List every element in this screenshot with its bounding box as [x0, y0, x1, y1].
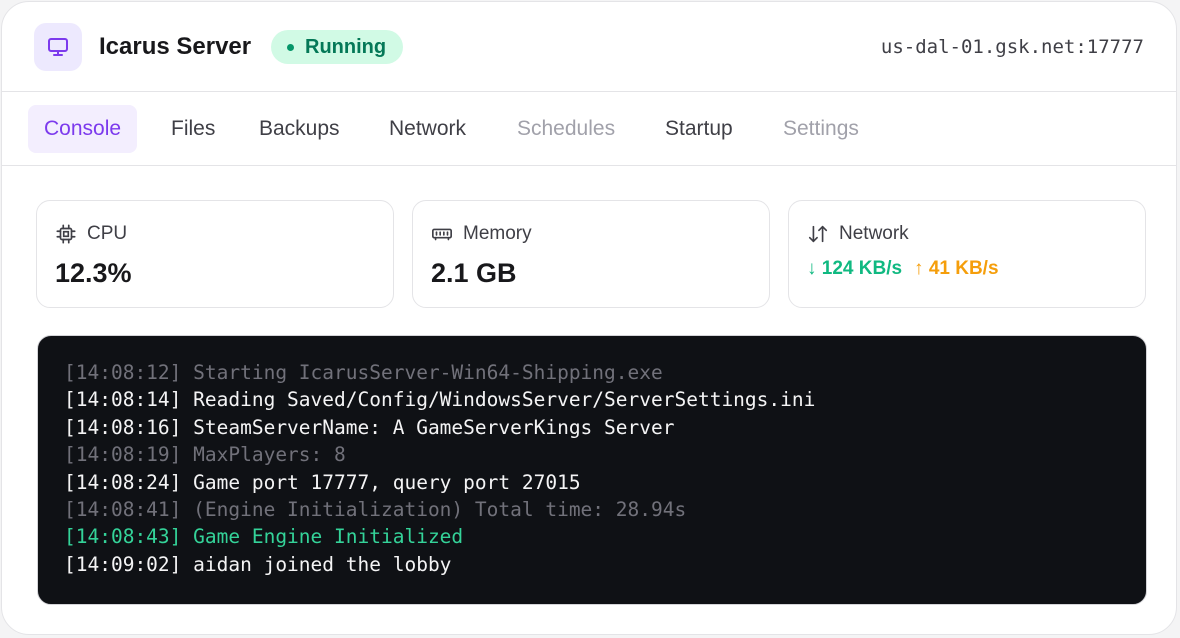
upload-rate: ↑ 41 KB/s	[914, 258, 999, 279]
log-line: [14:08:24] Game port 17777, query port 2…	[64, 470, 581, 494]
log-line: [14:08:14] Reading Saved/Config/WindowsS…	[64, 388, 816, 412]
network-rates: ↓ 124 KB/s ↑ 41 KB/s	[807, 257, 999, 281]
tab-settings[interactable]: Settings	[767, 105, 875, 153]
network-label: Network	[839, 223, 909, 244]
status-badge: Running	[271, 30, 404, 64]
tab-startup[interactable]: Startup	[649, 105, 749, 153]
tab-console[interactable]: Console	[28, 105, 138, 153]
tab-network[interactable]: Network	[373, 105, 482, 153]
memory-icon	[430, 222, 454, 246]
server-header: Icarus Server Running us-dal-01.gsk.net:…	[2, 2, 1176, 92]
network-stat-card: Network ↓ 124 KB/s ↑ 41 KB/s	[788, 200, 1146, 308]
memory-value: 2.1 GB	[431, 258, 517, 288]
log-line: [14:08:41] (Engine Initialization) Total…	[64, 498, 687, 522]
monitor-icon	[34, 23, 82, 71]
log-line: [14:08:19] MaxPlayers: 8	[64, 443, 346, 467]
server-address: us-dal-01.gsk.net:17777	[880, 36, 1144, 58]
tab-schedules[interactable]: Schedules	[501, 105, 631, 153]
cpu-stat-card: CPU 12.3%	[36, 200, 394, 308]
server-title: Icarus Server	[99, 33, 252, 60]
arrows-up-down-icon	[806, 222, 830, 246]
tab-backups[interactable]: Backups	[243, 105, 356, 153]
download-rate: ↓ 124 KB/s	[807, 258, 903, 279]
status-dot-icon	[287, 43, 294, 51]
server-card: Icarus Server Running us-dal-01.gsk.net:…	[1, 1, 1177, 635]
cpu-chip-icon	[54, 222, 78, 246]
log-line: [14:09:02] aidan joined the lobby	[64, 552, 452, 576]
console-output[interactable]: [14:08:12] Starting IcarusServer-Win64-S…	[37, 335, 1147, 605]
memory-label: Memory	[463, 223, 532, 244]
memory-stat-card: Memory 2.1 GB	[412, 200, 770, 308]
status-text: Running	[305, 35, 387, 58]
cpu-label: CPU	[87, 223, 128, 244]
log-line: [14:08:43] Game Engine Initialized	[64, 525, 464, 549]
tab-bar: Console Files Backups Network Schedules …	[2, 92, 1176, 166]
log-line: [14:08:12] Starting IcarusServer-Win64-S…	[64, 361, 663, 384]
log-line: [14:08:16] SteamServerName: A GameServer…	[64, 415, 675, 439]
cpu-value: 12.3%	[55, 258, 132, 288]
tab-files[interactable]: Files	[155, 105, 231, 153]
